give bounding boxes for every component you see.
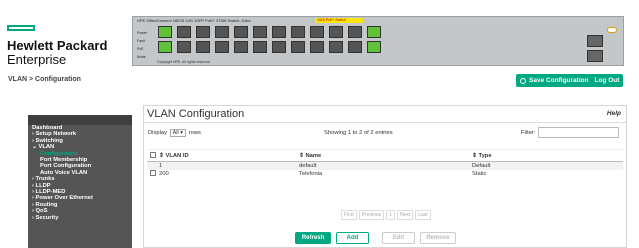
- port-20[interactable]: [329, 41, 343, 53]
- port-4[interactable]: [177, 41, 191, 53]
- sidebar-item-security[interactable]: › Security: [28, 215, 132, 221]
- port-11[interactable]: [253, 26, 267, 38]
- help-link[interactable]: Help: [607, 110, 621, 117]
- led-label-mode: Mode: [137, 55, 146, 59]
- port-5[interactable]: [196, 26, 210, 38]
- pagination: First Previous 1 Next Last: [341, 210, 431, 220]
- vlan-id-cell: 200: [159, 170, 169, 177]
- column-vlan-id[interactable]: ⇕ VLAN ID: [159, 149, 299, 162]
- port-6[interactable]: [196, 41, 210, 53]
- add-button[interactable]: Add: [336, 232, 369, 244]
- pager-previous[interactable]: Previous: [358, 210, 385, 220]
- hpe-logo-mark: [7, 25, 35, 31]
- brand-line1: Hewlett Packard: [7, 38, 108, 53]
- pager-first[interactable]: First: [341, 210, 357, 220]
- sfp-port-25[interactable]: [587, 35, 603, 47]
- vlan-table: ⇕ VLAN ID ⇕ Name ⇕ Type 1 default Defaul…: [147, 149, 623, 178]
- row-checkbox-cell: [147, 161, 159, 170]
- port-16[interactable]: [291, 41, 305, 53]
- showing-entries-text: Showing 1 to 2 of 2 entries: [324, 130, 393, 136]
- filter-label: Filter:: [521, 130, 536, 136]
- select-all-checkbox[interactable]: [150, 152, 156, 159]
- save-icon: [520, 77, 526, 84]
- led-label-fault: Fault: [137, 39, 145, 43]
- port-10[interactable]: [234, 41, 248, 53]
- vlan-configuration-panel: VLAN Configuration Help Display All ▾ ro…: [143, 105, 627, 248]
- port-1[interactable]: [158, 26, 172, 38]
- display-rows-control: Display All ▾ rows: [148, 129, 201, 137]
- port-21[interactable]: [348, 26, 362, 38]
- port-8[interactable]: [215, 41, 229, 53]
- port-9[interactable]: [234, 26, 248, 38]
- sidebar-nav: Dashboard › Setup Network › Switching ⌄ …: [28, 125, 132, 221]
- port-24[interactable]: [367, 41, 381, 53]
- table-row[interactable]: 200 Telefonia Static: [147, 170, 623, 178]
- rows-label: rows: [188, 130, 201, 136]
- led-label-power: Power: [137, 31, 147, 35]
- sidebar: Dashboard › Setup Network › Switching ⌄ …: [28, 115, 132, 248]
- vlan-id-cell: 1: [159, 161, 299, 170]
- port-7[interactable]: [215, 26, 229, 38]
- port-18[interactable]: [310, 41, 324, 53]
- logout-button[interactable]: Log Out: [591, 74, 623, 87]
- filter-input[interactable]: [538, 127, 619, 138]
- row-checkbox-cell: [147, 170, 159, 178]
- led-label-poe: PoE: [137, 47, 144, 51]
- edit-button[interactable]: Edit: [382, 232, 415, 244]
- port-13[interactable]: [272, 26, 286, 38]
- switch-front-panel: HPE OfficeConnect 1820S 24G 1SFP PoE+ 37…: [132, 16, 624, 66]
- save-configuration-button[interactable]: Save Configuration: [516, 74, 594, 87]
- pager-next[interactable]: Next: [396, 210, 414, 220]
- row-checkbox[interactable]: [150, 170, 156, 177]
- save-configuration-label: Save Configuration: [529, 77, 589, 84]
- vlan-name-cell: default: [299, 161, 472, 170]
- breadcrumb: VLAN > Configuration: [8, 76, 81, 83]
- refresh-button[interactable]: Refresh: [295, 232, 331, 244]
- hpe-logo: Hewlett Packard Enterprise: [7, 25, 127, 67]
- arrow-icon: [607, 27, 617, 33]
- remove-button[interactable]: Remove: [420, 232, 456, 244]
- select-all-cell: [147, 149, 159, 162]
- page-title: VLAN Configuration: [147, 108, 245, 120]
- port-12[interactable]: [253, 41, 267, 53]
- switch-model-title: HPE OfficeConnect 1820S 24G 1SFP PoE+ 37…: [137, 18, 252, 23]
- vlan-name-cell: Telefonia: [299, 170, 323, 177]
- switch-badge: 1820 PoE+ Switch: [315, 18, 363, 23]
- port-2[interactable]: [158, 41, 172, 53]
- brand-line2: Enterprise: [7, 52, 67, 67]
- port-19[interactable]: [329, 26, 343, 38]
- port-3[interactable]: [177, 26, 191, 38]
- display-label: Display: [148, 130, 168, 136]
- port-grid: [158, 26, 381, 53]
- vlan-type-cell: Static: [472, 170, 487, 177]
- column-name[interactable]: ⇕ Name: [299, 149, 472, 162]
- switch-footer: Copyright HPE, All rights reserved: [157, 60, 210, 64]
- title-divider: [144, 122, 626, 123]
- vlan-type-cell: Default: [472, 161, 623, 170]
- sfp-ports: [573, 25, 619, 63]
- column-type[interactable]: ⇕ Type: [472, 149, 623, 162]
- pager-page-1[interactable]: 1: [386, 210, 395, 220]
- table-row[interactable]: 1 default Default: [147, 161, 623, 170]
- port-17[interactable]: [310, 26, 324, 38]
- table-header-row: ⇕ VLAN ID ⇕ Name ⇕ Type: [147, 149, 623, 162]
- sfp-port-26[interactable]: [587, 50, 603, 62]
- port-22[interactable]: [348, 41, 362, 53]
- port-23[interactable]: [367, 26, 381, 38]
- port-15[interactable]: [291, 26, 305, 38]
- rows-per-page-select[interactable]: All ▾: [169, 129, 187, 137]
- pager-last[interactable]: Last: [415, 210, 431, 220]
- port-14[interactable]: [272, 41, 286, 53]
